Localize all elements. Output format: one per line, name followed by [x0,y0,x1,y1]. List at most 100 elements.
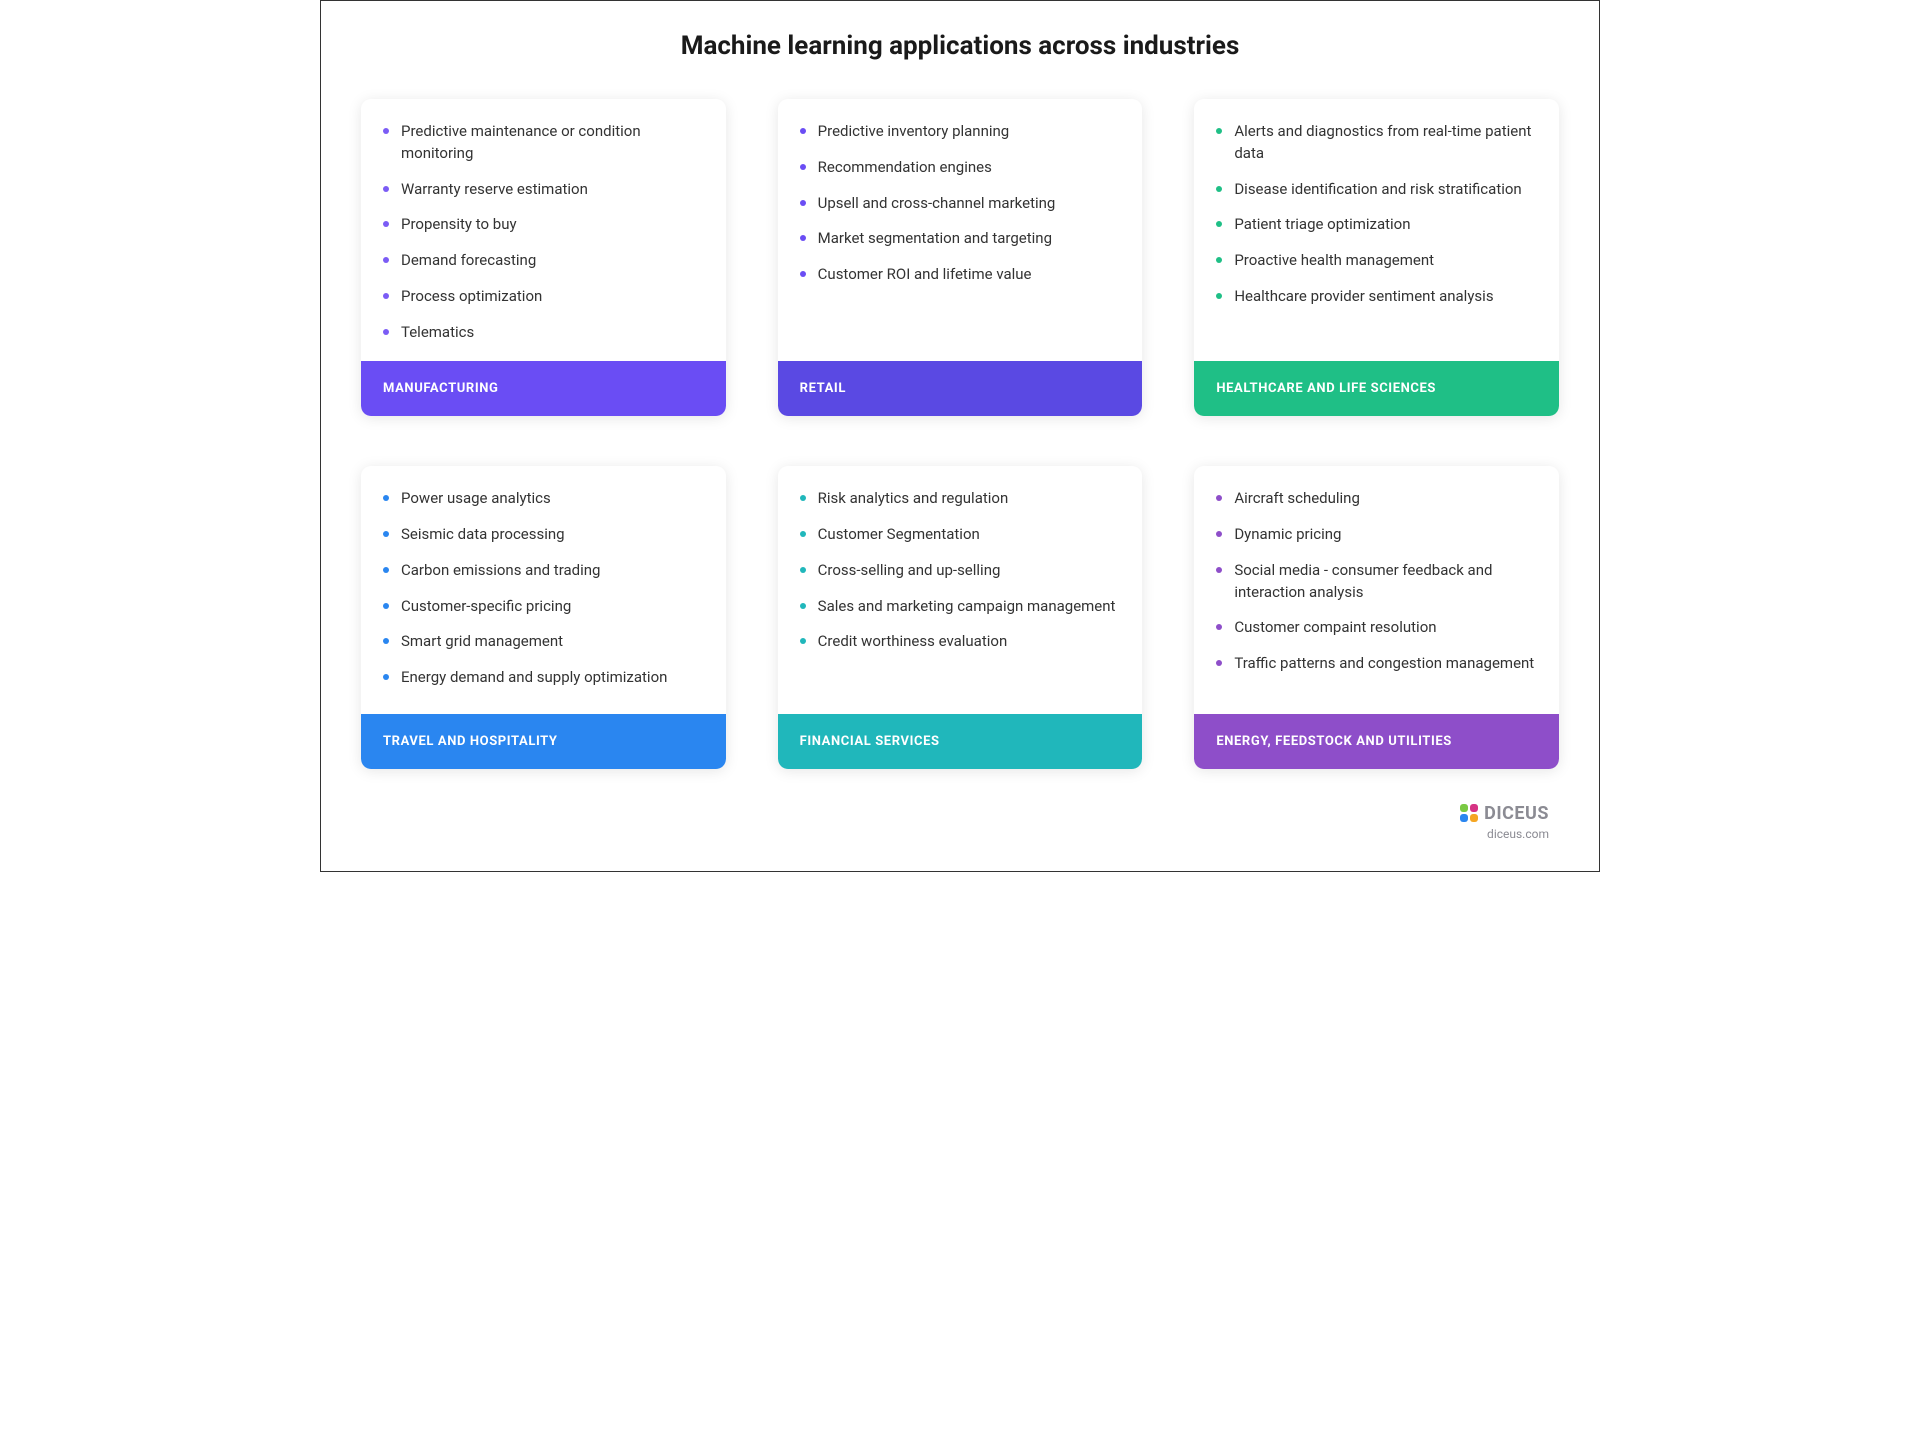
bullet-icon [1216,660,1222,666]
card: Power usage analytics Seismic data proces… [361,466,726,769]
list-item-text: Customer ROI and lifetime value [818,265,1032,283]
bullet-icon [800,603,806,609]
list-item: Predictive inventory planning [800,121,1121,143]
card-list: Predictive inventory planning Recommendat… [800,121,1121,286]
list-item-text: Power usage analytics [401,489,551,507]
list-item-text: Customer compaint resolution [1234,618,1436,636]
list-item: Patient triage optimization [1216,214,1537,236]
card-list: Alerts and diagnostics from real-time pa… [1216,121,1537,308]
list-item-text: Propensity to buy [401,215,517,233]
list-item: Risk analytics and regulation [800,488,1121,510]
list-item: Disease identification and risk stratifi… [1216,179,1537,201]
list-item-text: Patient triage optimization [1234,215,1410,233]
list-item: Traffic patterns and congestion manageme… [1216,653,1537,675]
logo-dot-icon [1460,804,1468,812]
card-body: Alerts and diagnostics from real-time pa… [1194,99,1559,361]
list-item-text: Energy demand and supply optimization [401,668,667,686]
card-list: Aircraft scheduling Dynamic pricing Social… [1216,488,1537,675]
card: Aircraft scheduling Dynamic pricing Social… [1194,466,1559,769]
card-footer-label: MANUFACTURING [361,361,726,416]
list-item: Healthcare provider sentiment analysis [1216,286,1537,308]
bullet-icon [800,638,806,644]
list-item-text: Recommendation engines [818,158,992,176]
list-item: Aircraft scheduling [1216,488,1537,510]
card-list: Risk analytics and regulation Customer Se… [800,488,1121,653]
bullet-icon [1216,495,1222,501]
list-item-text: Demand forecasting [401,251,536,269]
list-item: Upsell and cross-channel marketing [800,193,1121,215]
card-footer-label: FINANCIAL SERVICES [778,714,1143,769]
list-item: Process optimization [383,286,704,308]
bullet-icon [383,293,389,299]
list-item: Alerts and diagnostics from real-time pa… [1216,121,1537,165]
bullet-icon [383,495,389,501]
list-item: Dynamic pricing [1216,524,1537,546]
list-item-text: Social media - consumer feedback and int… [1234,561,1492,601]
bullet-icon [383,531,389,537]
list-item-text: Sales and marketing campaign management [818,597,1116,615]
list-item-text: Telematics [401,323,474,341]
list-item: Energy demand and supply optimization [383,667,704,689]
list-item: Market segmentation and targeting [800,228,1121,250]
list-item-text: Traffic patterns and congestion manageme… [1234,654,1534,672]
card: Predictive maintenance or condition moni… [361,99,726,416]
list-item-text: Market segmentation and targeting [818,229,1052,247]
bullet-icon [800,200,806,206]
bullet-icon [800,235,806,241]
card-body: Predictive maintenance or condition moni… [361,99,726,361]
list-item: Carbon emissions and trading [383,560,704,582]
bullet-icon [1216,567,1222,573]
list-item: Propensity to buy [383,214,704,236]
card-body: Risk analytics and regulation Customer Se… [778,466,1143,714]
brand-name: DICEUS [1484,803,1549,824]
bullet-icon [383,567,389,573]
list-item-text: Proactive health management [1234,251,1434,269]
logo-dot-icon [1460,814,1468,822]
logo-dot-icon [1470,814,1478,822]
card: Risk analytics and regulation Customer Se… [778,466,1143,769]
bullet-icon [800,567,806,573]
card-body: Power usage analytics Seismic data proces… [361,466,726,714]
bullet-icon [383,329,389,335]
list-item-text: Healthcare provider sentiment analysis [1234,287,1493,305]
list-item: Customer Segmentation [800,524,1121,546]
brand-logo: DICEUS [1460,803,1549,824]
list-item: Predictive maintenance or condition moni… [383,121,704,165]
bullet-icon [383,674,389,680]
bullet-icon [800,495,806,501]
list-item: Credit worthiness evaluation [800,631,1121,653]
card-footer-label: TRAVEL AND HOSPITALITY [361,714,726,769]
list-item: Sales and marketing campaign management [800,596,1121,618]
bullet-icon [1216,221,1222,227]
list-item: Power usage analytics [383,488,704,510]
card: Predictive inventory planning Recommendat… [778,99,1143,416]
list-item-text: Process optimization [401,287,542,305]
card-body: Aircraft scheduling Dynamic pricing Social… [1194,466,1559,714]
cards-grid: Predictive maintenance or condition moni… [361,99,1559,769]
card-footer-label: RETAIL [778,361,1143,416]
bullet-icon [800,128,806,134]
bullet-icon [1216,128,1222,134]
list-item: Cross-selling and up-selling [800,560,1121,582]
bullet-icon [800,271,806,277]
list-item-text: Warranty reserve estimation [401,180,588,198]
attribution: DICEUS diceus.com [361,797,1559,841]
list-item-text: Customer Segmentation [818,525,980,543]
list-item-text: Predictive maintenance or condition moni… [401,122,641,162]
bullet-icon [1216,186,1222,192]
list-item-text: Disease identification and risk stratifi… [1234,180,1521,198]
card-footer-label: HEALTHCARE AND LIFE SCIENCES [1194,361,1559,416]
list-item: Seismic data processing [383,524,704,546]
list-item: Proactive health management [1216,250,1537,272]
logo-dot-icon [1470,804,1478,812]
list-item-text: Alerts and diagnostics from real-time pa… [1234,122,1531,162]
list-item-text: Risk analytics and regulation [818,489,1009,507]
bullet-icon [1216,624,1222,630]
logo-dots-icon [1460,804,1478,822]
page-title: Machine learning applications across ind… [361,31,1559,61]
bullet-icon [383,128,389,134]
list-item-text: Seismic data processing [401,525,565,543]
bullet-icon [383,603,389,609]
card: Alerts and diagnostics from real-time pa… [1194,99,1559,416]
list-item: Telematics [383,322,704,344]
